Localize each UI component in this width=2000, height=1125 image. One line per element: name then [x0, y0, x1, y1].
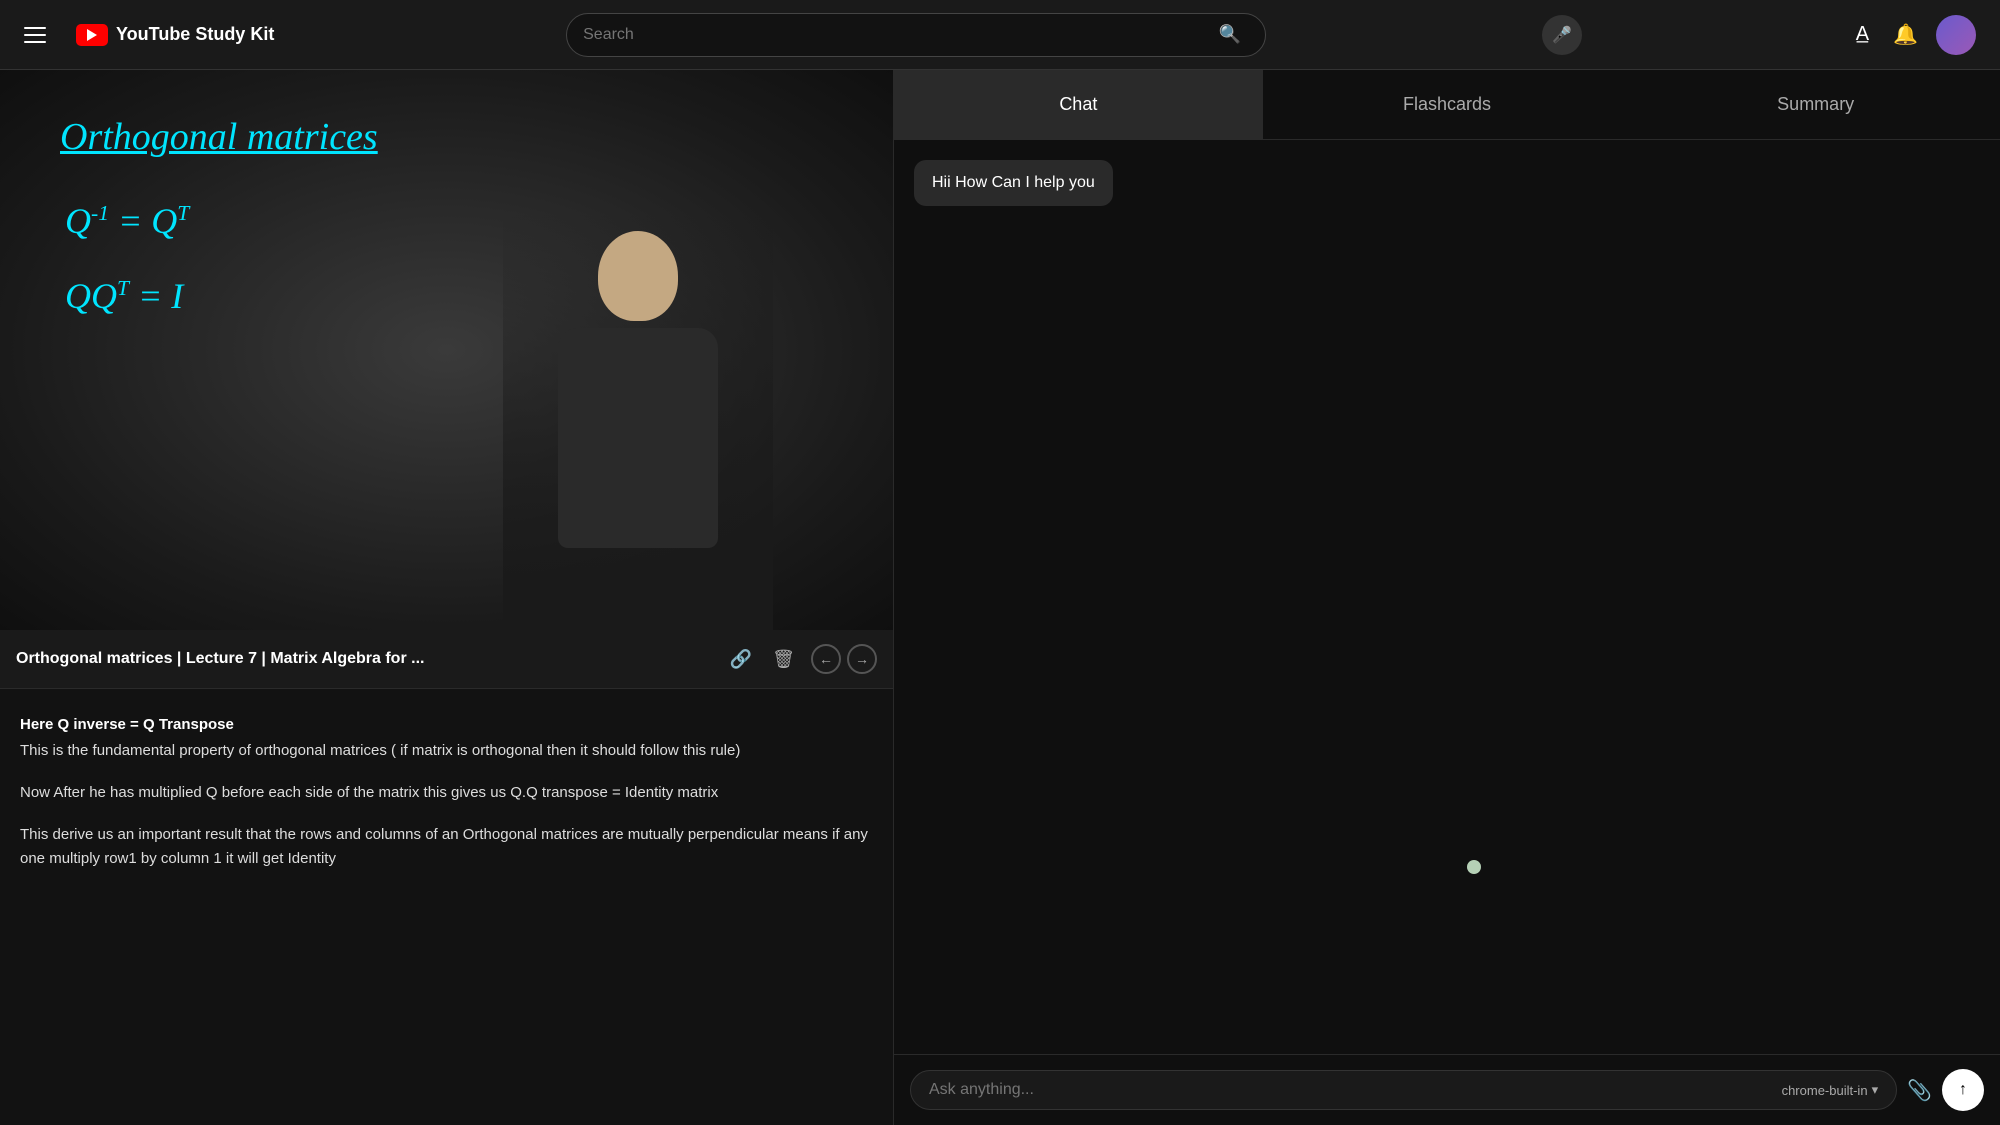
left-panel: Orthogonal matrices Q-1 = QT QQT = I Ort…: [0, 70, 893, 1125]
prev-arrow-icon: ←: [819, 651, 833, 667]
avatar[interactable]: [1936, 15, 1976, 55]
math-title: Orthogonal matrices: [60, 115, 378, 159]
tab-flashcards-label: Flashcards: [1403, 94, 1491, 115]
next-button[interactable]: →: [847, 644, 877, 674]
chat-area: Hii How Can I help you: [894, 140, 2000, 1054]
youtube-logo-icon: [76, 24, 108, 46]
app-title: YouTube Study Kit: [116, 24, 274, 45]
tab-summary-label: Summary: [1777, 94, 1854, 115]
presenter-body: [558, 328, 718, 548]
bell-icon: 🔔: [1893, 24, 1918, 46]
search-button[interactable]: 🔍: [1211, 20, 1249, 49]
model-dropdown-icon: ▾: [1872, 1082, 1879, 1098]
copy-link-button[interactable]: 🔗: [726, 645, 756, 674]
notes-area: Here Q inverse = Q Transpose This is the…: [0, 689, 893, 1125]
tabs-bar: Chat Flashcards Summary: [894, 70, 2000, 140]
mic-icon: 🎤: [1552, 25, 1572, 45]
note-line-2: This is the fundamental property of orth…: [20, 739, 873, 763]
next-arrow-icon: →: [855, 651, 869, 667]
nav-arrows: ← →: [811, 644, 877, 674]
video-player: Orthogonal matrices Q-1 = QT QQT = I: [0, 70, 893, 630]
chat-input-bar: chrome-built-in ▾ 📎 ↑: [894, 1054, 2000, 1125]
link-icon: 🔗: [730, 649, 752, 669]
send-button[interactable]: ↑: [1942, 1069, 1984, 1111]
math-equation-1: Q-1 = QT: [65, 200, 189, 242]
main-content: Orthogonal matrices Q-1 = QT QQT = I Ort…: [0, 70, 2000, 1125]
math-equation-2: QQT = I: [65, 275, 183, 317]
tab-chat[interactable]: Chat: [894, 70, 1263, 139]
attach-icon: 📎: [1907, 1080, 1932, 1102]
cursor-indicator: [1467, 860, 1481, 874]
logo-area: YouTube Study Kit: [76, 24, 274, 46]
video-title: Orthogonal matrices | Lecture 7 | Matrix…: [16, 650, 714, 668]
right-panel: Chat Flashcards Summary Hii How Can I he…: [893, 70, 2000, 1125]
note-line-1: Here Q inverse = Q Transpose: [20, 713, 873, 737]
tab-flashcards[interactable]: Flashcards: [1263, 70, 1632, 139]
prev-button[interactable]: ←: [811, 644, 841, 674]
presenter-figure: [503, 210, 773, 630]
note-line-4: This derive us an important result that …: [20, 823, 873, 871]
chat-input-wrapper: chrome-built-in ▾: [910, 1070, 1897, 1110]
video-title-bar: Orthogonal matrices | Lecture 7 | Matrix…: [0, 630, 893, 689]
delete-button[interactable]: 🗑: [768, 645, 799, 674]
search-container: 🔍: [566, 13, 1266, 57]
note-spacer-1: [20, 765, 873, 781]
top-navigation: YouTube Study Kit 🔍 🎤 A̲ 🔔: [0, 0, 2000, 70]
search-icon: 🔍: [1219, 24, 1241, 44]
trash-icon: 🗑: [772, 649, 795, 669]
video-background: Orthogonal matrices Q-1 = QT QQT = I: [0, 70, 893, 630]
attach-button[interactable]: 📎: [1907, 1078, 1932, 1103]
hamburger-menu-button[interactable]: [24, 17, 60, 53]
model-selector[interactable]: chrome-built-in ▾: [1782, 1082, 1879, 1098]
presenter-head: [598, 231, 678, 321]
translate-icon: A̲: [1856, 23, 1869, 45]
note-spacer-2: [20, 807, 873, 823]
chat-greeting-bubble: Hii How Can I help you: [914, 160, 1113, 206]
chat-greeting-text: Hii How Can I help you: [932, 174, 1095, 191]
notifications-button[interactable]: 🔔: [1887, 16, 1924, 53]
send-icon: ↑: [1959, 1081, 1967, 1099]
tab-chat-label: Chat: [1059, 94, 1097, 115]
microphone-button[interactable]: 🎤: [1542, 15, 1582, 55]
chat-input[interactable]: [929, 1081, 1772, 1099]
tab-summary[interactable]: Summary: [1631, 70, 2000, 139]
translate-button[interactable]: A̲: [1850, 17, 1875, 52]
title-actions: 🔗 🗑 ← →: [726, 644, 877, 674]
model-label: chrome-built-in: [1782, 1083, 1868, 1098]
note-line-3: Now After he has multiplied Q before eac…: [20, 781, 873, 805]
search-input[interactable]: [583, 26, 1211, 44]
nav-right-actions: A̲ 🔔: [1850, 15, 1976, 55]
